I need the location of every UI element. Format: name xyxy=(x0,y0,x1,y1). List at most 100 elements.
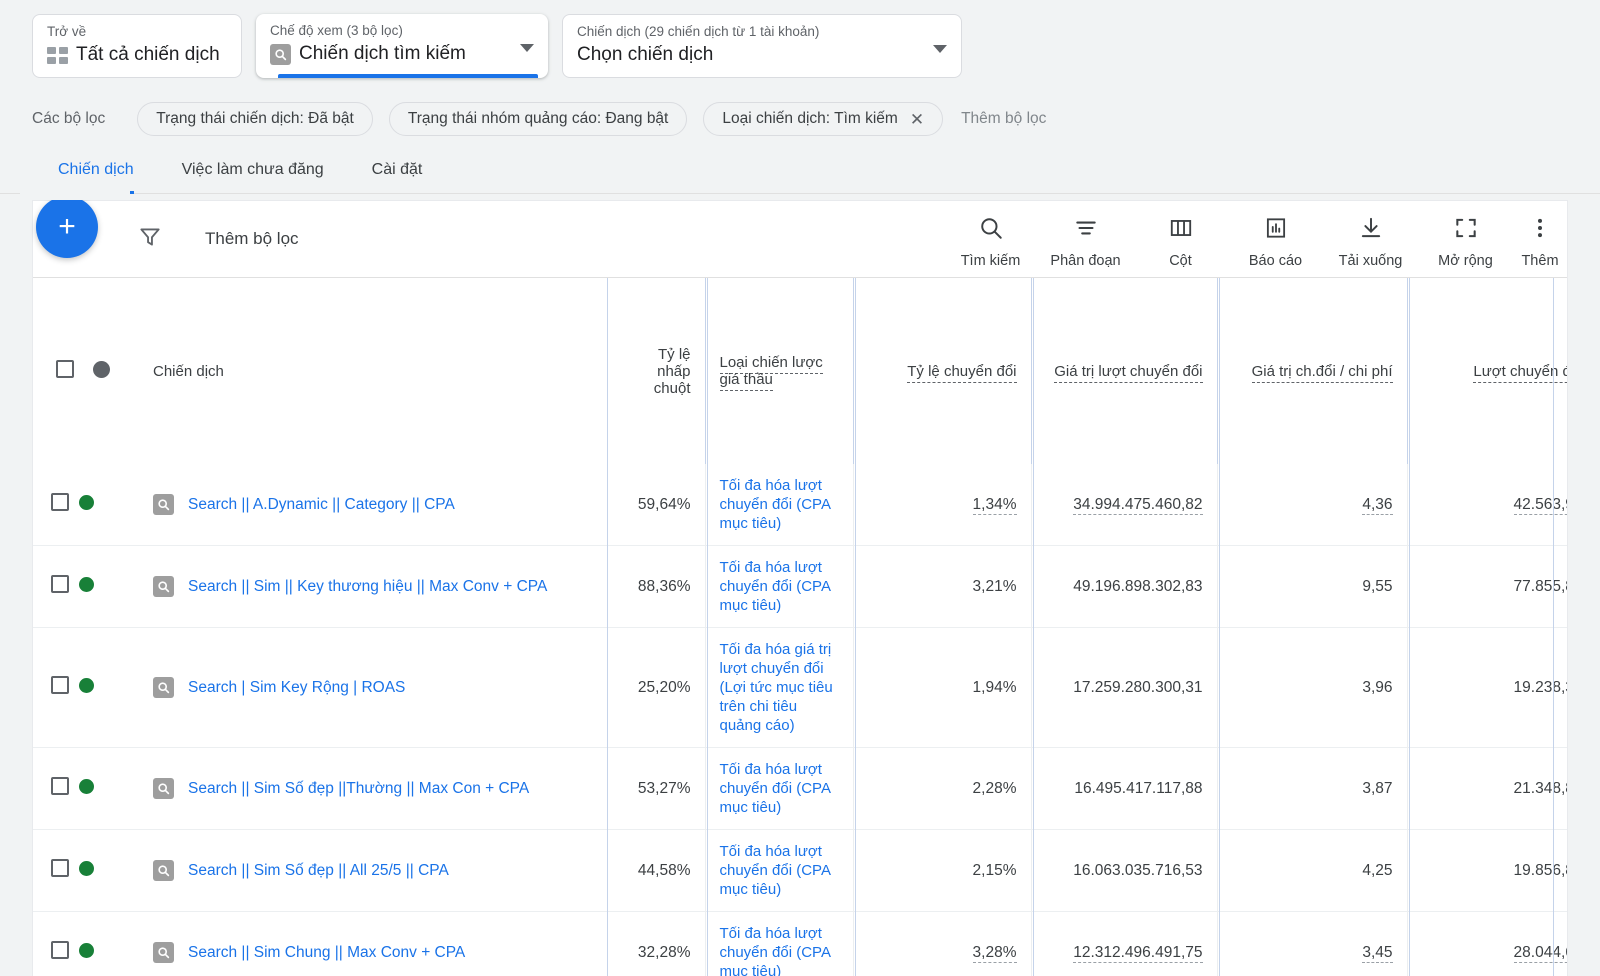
toolbar-report-button[interactable]: Báo cáo xyxy=(1228,215,1323,269)
filter-chip-adgroup-status[interactable]: Trạng thái nhóm quảng cáo: Đang bật xyxy=(388,102,688,136)
row-conversions-cell: 21.348,86 xyxy=(1407,747,1567,830)
toolbar-search-button[interactable]: Tìm kiếm xyxy=(943,215,1038,269)
campaign-selector-value-row: Chọn chiến dịch xyxy=(577,43,947,67)
conversion-rate-header[interactable]: Tỷ lệ chuyển đổi xyxy=(853,278,1032,464)
row-checkbox[interactable] xyxy=(51,777,69,795)
toolbar-add-filter-label[interactable]: Thêm bộ lọc xyxy=(205,229,299,249)
toolbar-action-label: Tải xuống xyxy=(1338,253,1403,269)
toolbar-action-label: Báo cáo xyxy=(1248,253,1303,269)
table-row[interactable]: Search || Sim || Key thương hiệu || Max … xyxy=(33,545,1567,628)
tab-settings[interactable]: Cài đặt xyxy=(348,146,447,194)
table-row[interactable]: Search || A.Dynamic || Category || CPA 5… xyxy=(33,464,1567,546)
select-all-checkbox[interactable] xyxy=(56,360,74,378)
page-tabs: Chiến dịch Việc làm chưa đăng Cài đặt xyxy=(0,146,1600,194)
new-campaign-fab[interactable]: + xyxy=(36,196,98,258)
row-checkbox[interactable] xyxy=(51,859,69,877)
row-name-cell: Search || Sim Số đẹp ||Thường || Max Con… xyxy=(123,747,608,830)
grid-icon xyxy=(47,46,68,64)
conversions-header[interactable]: Lượt chuyển đổi xyxy=(1407,278,1567,464)
all-campaigns-selector[interactable]: Trở về Tất cả chiến dịch xyxy=(32,14,242,78)
status-dot-icon xyxy=(79,494,94,510)
search-icon xyxy=(978,215,1004,246)
row-conversion-rate-cell: 1,34% xyxy=(853,464,1032,546)
campaign-name-link[interactable]: Search || Sim || Key thương hiệu || Max … xyxy=(188,577,547,596)
filters-label: Các bộ lọc xyxy=(32,110,106,127)
toolbar-download-button[interactable]: Tải xuống xyxy=(1323,215,1418,269)
ctr-header[interactable]: Tỷ lệ nhấp chuột xyxy=(607,278,706,464)
view-mode-value-row: Chiến dịch tìm kiếm xyxy=(270,42,534,66)
campaign-name-link[interactable]: Search || Sim Số đẹp || All 25/5 || CPA xyxy=(188,861,449,880)
campaign-name-header[interactable]: Chiến dịch xyxy=(123,278,608,464)
chevron-down-icon[interactable] xyxy=(520,44,534,52)
row-ctr-cell: 32,28% xyxy=(607,911,706,976)
filter-chip-row: Các bộ lọc Trạng thái chiến dịch: Đã bật… xyxy=(0,96,1600,142)
row-bid-strategy-cell: Tối đa hóa lượt chuyển đổi (CPA mục tiêu… xyxy=(705,911,854,976)
view-mode-selector[interactable]: Chế độ xem (3 bộ lọc) Chiến dịch tìm kiế… xyxy=(256,14,548,78)
campaign-name-link[interactable]: Search || Sim Chung || Max Conv + CPA xyxy=(188,943,465,962)
row-conversion-value-cell: 17.259.280.300,31 xyxy=(1031,627,1218,748)
toolbar-expand-button[interactable]: Mở rộng xyxy=(1418,215,1513,269)
row-conversion-value-cell: 34.994.475.460,82 xyxy=(1031,464,1218,546)
row-ctr-cell: 53,27% xyxy=(607,747,706,830)
row-select-cell xyxy=(33,464,79,546)
filter-chip-campaign-type[interactable]: Loại chiến dịch: Tìm kiếm ✕ xyxy=(703,102,944,136)
row-ctr-cell: 25,20% xyxy=(607,627,706,748)
conversion-value-header[interactable]: Giá trị lượt chuyển đổi xyxy=(1031,278,1218,464)
campaign-name-link[interactable]: Search || Sim Số đẹp ||Thường || Max Con… xyxy=(188,779,529,798)
add-filter-link[interactable]: Thêm bộ lọc xyxy=(961,110,1046,128)
row-checkbox[interactable] xyxy=(51,575,69,593)
header-label: Tỷ lệ chuyển đổi xyxy=(907,362,1017,383)
campaign-name-link[interactable]: Search || A.Dynamic || Category || CPA xyxy=(188,495,455,514)
toolbar-columns-button[interactable]: Cột xyxy=(1133,215,1228,269)
row-ctr-cell: 44,58% xyxy=(607,829,706,912)
toolbar-segment-button[interactable]: Phân đoạn xyxy=(1038,215,1133,269)
cell-value: 28.044,65 xyxy=(1513,943,1567,963)
row-conversion-rate-cell: 2,28% xyxy=(853,747,1032,830)
header-label: Loại chiến lược giá thầu xyxy=(719,354,823,391)
row-select-cell xyxy=(33,747,79,830)
campaign-selector[interactable]: Chiến dịch (29 chiến dịch từ 1 tài khoản… xyxy=(562,14,962,78)
campaign-table-body: Search || A.Dynamic || Category || CPA 5… xyxy=(33,464,1567,976)
filter-chip-campaign-status[interactable]: Trạng thái chiến dịch: Đã bật xyxy=(137,102,373,136)
column-divider xyxy=(1409,278,1410,976)
header-label: Giá trị lượt chuyển đổi xyxy=(1054,362,1203,383)
toolbar-more-button[interactable]: Thêm xyxy=(1513,215,1567,269)
search-badge-icon xyxy=(270,43,291,65)
more-vert-icon xyxy=(1527,215,1553,246)
row-name-cell: Search || Sim || Key thương hiệu || Max … xyxy=(123,545,608,628)
column-divider xyxy=(1553,278,1554,976)
row-checkbox[interactable] xyxy=(51,676,69,694)
search-campaign-type-icon xyxy=(153,494,174,515)
chevron-down-icon[interactable] xyxy=(933,45,947,53)
row-status-cell xyxy=(79,911,123,976)
tab-unpublished-jobs[interactable]: Việc làm chưa đăng xyxy=(158,146,348,194)
row-status-cell xyxy=(79,747,123,830)
row-conversion-value-cell: 49.196.898.302,83 xyxy=(1031,545,1218,628)
row-conversions-cell: 19.856,89 xyxy=(1407,829,1567,912)
header-label: Tỷ lệ nhấp chuột xyxy=(653,345,691,397)
account-selector-bar: Trở về Tất cả chiến dịch Chế độ xem (3 b… xyxy=(0,0,1600,92)
value-per-cost-header[interactable]: Giá trị ch.đổi / chi phí xyxy=(1217,278,1408,464)
close-icon[interactable]: ✕ xyxy=(910,111,924,128)
status-header xyxy=(79,278,123,464)
row-name-cell: Search || A.Dynamic || Category || CPA xyxy=(123,464,608,546)
table-row[interactable]: Search | Sim Key Rộng | ROAS 25,20% Tối … xyxy=(33,627,1567,748)
row-value-per-cost-cell: 9,55 xyxy=(1217,545,1408,628)
table-row[interactable]: Search || Sim Chung || Max Conv + CPA 32… xyxy=(33,911,1567,976)
table-row[interactable]: Search || Sim Số đẹp || All 25/5 || CPA … xyxy=(33,829,1567,912)
campaign-name-link[interactable]: Search | Sim Key Rộng | ROAS xyxy=(188,678,405,697)
filter-funnel-icon[interactable] xyxy=(137,224,163,255)
row-value-per-cost-cell: 3,45 xyxy=(1217,911,1408,976)
bid-strategy-header[interactable]: Loại chiến lược giá thầu xyxy=(705,278,854,464)
row-ctr-cell: 88,36% xyxy=(607,545,706,628)
search-campaign-type-icon xyxy=(153,576,174,597)
all-campaigns-value-row: Tất cả chiến dịch xyxy=(47,43,227,67)
row-status-cell xyxy=(79,545,123,628)
row-checkbox[interactable] xyxy=(51,941,69,959)
column-divider xyxy=(607,278,608,976)
table-row[interactable]: Search || Sim Số đẹp ||Thường || Max Con… xyxy=(33,747,1567,830)
row-status-cell xyxy=(79,464,123,546)
columns-icon xyxy=(1168,215,1194,246)
expand-icon xyxy=(1453,215,1479,246)
row-checkbox[interactable] xyxy=(51,493,69,511)
